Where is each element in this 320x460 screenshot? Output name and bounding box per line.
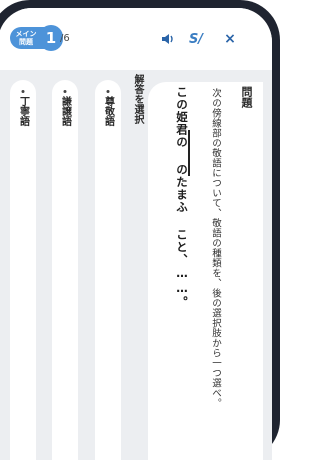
choice-option[interactable]: 謙譲語 — [52, 80, 78, 460]
choice-bullet — [63, 90, 67, 93]
hint-icon[interactable]: S/ — [186, 29, 206, 49]
question-badge: メイン 問題 1 — [10, 25, 63, 51]
question-area: 問題 次の傍線部の敬語について、敬語の種類を、後の選択肢から一つ選べ。 この姫君… — [0, 70, 272, 460]
question-card — [148, 82, 263, 460]
question-instruction: 次の傍線部の敬語について、敬語の種類を、後の選択肢から一つ選べ。 — [210, 88, 221, 408]
choice-option[interactable]: 尊敬語 — [95, 80, 121, 460]
app-screen: メイン 問題 1 /6 S/ × 問題 次の傍線部の敬語について、敬語の種類を、… — [0, 8, 272, 460]
choice-label: 尊敬語 — [102, 96, 114, 126]
speaker-icon[interactable] — [158, 29, 178, 49]
answer-heading: 解答を選択 — [132, 74, 143, 124]
choice-label: 丁寧語 — [17, 96, 29, 126]
top-bar: メイン 問題 1 /6 S/ × — [0, 8, 272, 70]
question-sentence: この姫君の のたまふ こと、……。 — [175, 86, 189, 309]
question-badge-label: メイン 問題 — [15, 30, 37, 46]
choice-bullet — [106, 90, 110, 93]
question-title: 問題 — [240, 86, 253, 108]
close-icon[interactable]: × — [220, 29, 240, 49]
choice-bullet — [21, 90, 25, 93]
choice-label: 謙譲語 — [59, 96, 71, 126]
choice-option[interactable]: 丁寧語 — [10, 80, 36, 460]
question-total: /6 — [60, 33, 70, 44]
target-underline — [188, 130, 190, 176]
device-frame: メイン 問題 1 /6 S/ × 問題 次の傍線部の敬語について、敬語の種類を、… — [0, 0, 280, 460]
